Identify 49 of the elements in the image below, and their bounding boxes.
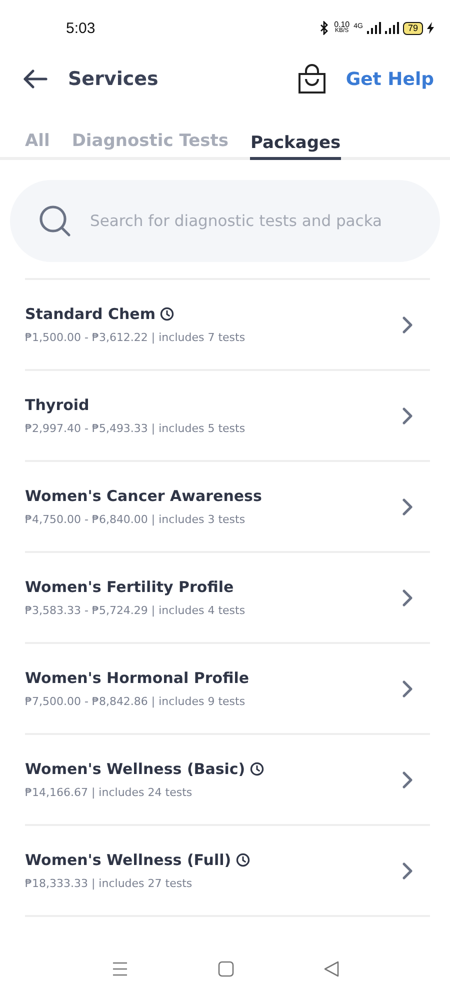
back-arrow-icon [22, 69, 48, 89]
back-nav-button[interactable] [324, 961, 338, 977]
battery-level: 79 [402, 22, 423, 34]
home-button[interactable] [218, 961, 234, 977]
shopping-bag-icon [298, 64, 326, 94]
package-details: ₱3,583.33 - ₱5,724.29 | includes 4 tests [25, 604, 246, 617]
search-field[interactable]: Search for diagnostic tests and packa [10, 180, 440, 262]
get-help-link[interactable]: Get Help [346, 68, 434, 90]
chevron-right-icon [402, 862, 413, 880]
chevron-right-icon [402, 770, 413, 788]
package-name: Women's Fertility Profile [25, 578, 234, 596]
cart-button[interactable] [298, 64, 326, 94]
package-details: ₱18,333.33 | includes 27 tests [25, 877, 194, 890]
speed-value: 0.10 [334, 21, 350, 28]
package-item[interactable]: Standard Chem ₱1,500.00 - ₱3,612.22 | includes 7 tests [25, 280, 430, 371]
package-name: Thyroid [25, 396, 90, 414]
signal-icon [366, 22, 381, 34]
chevron-right-icon [402, 406, 413, 424]
chevron-right-icon [402, 498, 413, 516]
package-item[interactable]: Women's Fertility Profile ₱3,583.33 - ₱5,724.29 | includes 4 tests [25, 553, 430, 644]
signal-icon [384, 22, 399, 34]
package-item[interactable]: Women's Hormonal Profile ₱7,500.00 - ₱8,842.86 | includes 9 tests [25, 644, 430, 735]
back-button[interactable] [22, 69, 48, 89]
package-item[interactable]: Women's Wellness (Full) ₱18,333.33 | includes 27 tests [25, 826, 430, 917]
package-details: ₱1,500.00 - ₱3,612.22 | includes 7 tests [25, 331, 246, 344]
package-details: ₱2,997.40 - ₱5,493.33 | includes 5 tests [25, 422, 246, 435]
package-name: Standard Chem [25, 305, 156, 323]
page-title: Services [68, 68, 160, 90]
package-item[interactable]: Women's Wellness (Basic) ₱14,166.67 | includes 24 tests [25, 735, 430, 826]
tab[interactable]: Packages [250, 122, 341, 160]
back-triangle-icon [324, 961, 338, 977]
package-name: Women's Wellness (Full) [25, 851, 232, 869]
menu-icon [112, 962, 128, 976]
package-name: Women's Hormonal Profile [25, 669, 250, 687]
package-name: Women's Wellness (Basic) [25, 760, 246, 778]
package-item[interactable]: Thyroid ₱2,997.40 - ₱5,493.33 | includes 5 tests [25, 371, 430, 462]
package-details: ₱4,750.00 - ₱6,840.00 | includes 3 tests [25, 513, 246, 526]
clock-time: 5:03 [66, 20, 96, 36]
chevron-right-icon [402, 680, 413, 698]
bluetooth-icon [318, 21, 330, 35]
charging-icon [427, 22, 434, 34]
menu-button[interactable] [112, 962, 128, 976]
package-name: Women's Cancer Awareness [25, 487, 262, 505]
package-details: ₱7,500.00 - ₱8,842.86 | includes 9 tests [25, 695, 246, 708]
package-details: ₱14,166.67 | includes 24 tests [25, 786, 194, 799]
chevron-right-icon [402, 316, 413, 334]
package-item[interactable]: Women's Cancer Awareness ₱4,750.00 - ₱6,840.00 | includes 3 tests [25, 462, 430, 553]
chevron-right-icon [402, 588, 413, 606]
home-square-icon [218, 961, 234, 977]
